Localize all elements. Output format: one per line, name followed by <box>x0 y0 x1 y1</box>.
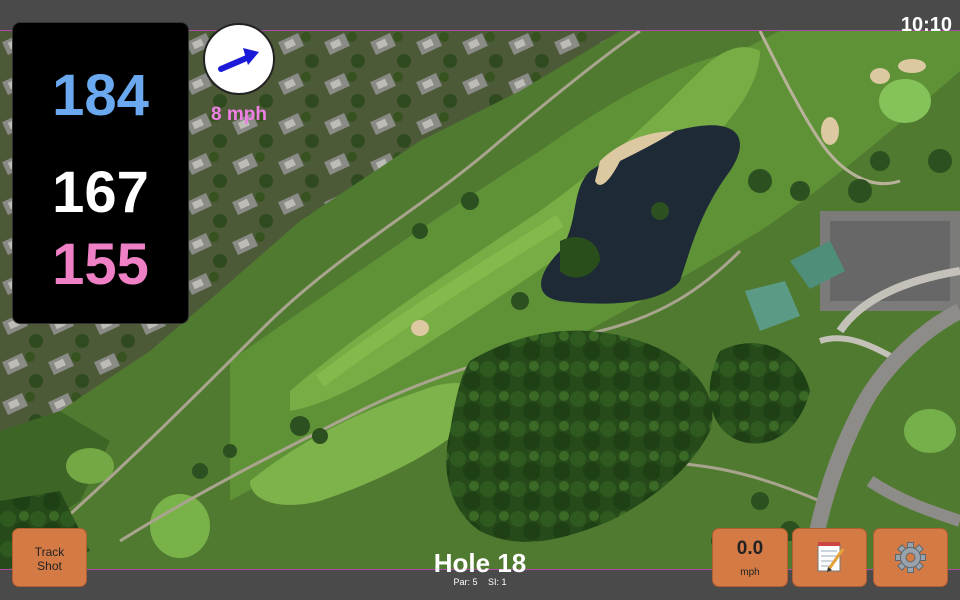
track-shot-button[interactable]: Track Shot <box>12 528 87 587</box>
gear-icon <box>895 542 926 573</box>
wind-indicator <box>203 23 275 95</box>
middle-yardage: 167 <box>52 160 149 225</box>
yardage-panel: 184 167 155 <box>12 22 189 324</box>
stroke-index-label: SI: 1 <box>488 577 507 587</box>
wind-direction-arrow-icon <box>218 48 259 72</box>
front-yardage: 155 <box>52 232 149 297</box>
speed-value: 0.0 <box>736 538 764 559</box>
hole-details: Par: 5 SI: 1 <box>380 577 580 587</box>
track-shot-label-line2: Shot <box>37 559 62 573</box>
gps-app: 10:10 184 167 155 8 mph Track Shot Hole … <box>0 0 960 600</box>
speed-unit: mph <box>740 567 760 578</box>
notes-button[interactable] <box>792 528 867 587</box>
clock-time: 10:10 <box>900 14 952 36</box>
notepad-icon <box>817 542 845 572</box>
track-shot-label-line1: Track <box>34 545 65 559</box>
par-label: Par: 5 <box>453 577 478 587</box>
settings-button[interactable] <box>873 528 948 587</box>
back-yardage: 184 <box>52 63 149 128</box>
wind-speed-label: 8 mph <box>211 104 267 125</box>
hole-title: Hole 18 <box>433 548 527 578</box>
speed-button[interactable]: 0.0 mph <box>712 528 788 587</box>
